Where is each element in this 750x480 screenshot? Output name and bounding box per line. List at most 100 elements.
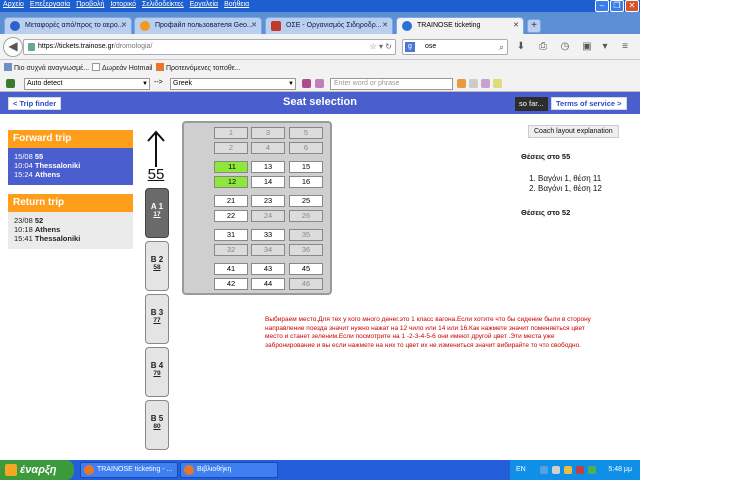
menu-help[interactable]: Βοήθεια <box>221 0 252 9</box>
seat-button[interactable]: 45 <box>289 263 323 275</box>
history-icon[interactable]: ◷ <box>558 40 572 54</box>
settings-icon[interactable] <box>469 79 478 88</box>
seat-button[interactable]: 33 <box>251 229 285 241</box>
target-language-select[interactable]: Greek ▼ <box>170 78 296 90</box>
menu-tools[interactable]: Εργαλεία <box>187 0 221 9</box>
close-tab-icon[interactable]: ✕ <box>513 18 519 33</box>
menu-view[interactable]: Προβολή <box>73 0 107 9</box>
seat-button[interactable]: 35 <box>289 229 323 241</box>
speaker-icon[interactable] <box>457 79 466 88</box>
new-tab-button[interactable]: + <box>527 19 541 33</box>
info-icon[interactable] <box>493 79 502 88</box>
seat-button[interactable]: 16 <box>289 176 323 188</box>
dictionary-icon[interactable] <box>315 79 324 88</box>
minimize-button[interactable]: – <box>595 0 609 12</box>
tab-user-profile[interactable]: Профайл пользователя Geo... ✕ <box>134 17 262 34</box>
dropdown-icon[interactable]: ▾ <box>598 40 612 54</box>
bookmark-icon <box>4 63 12 71</box>
bookmarks-bar: Πιο συχνά αναγνωσμέ... Δωρεάν Hotmail Πρ… <box>0 60 640 75</box>
language-indicator[interactable]: EN <box>516 460 526 480</box>
seat-button[interactable]: 34 <box>251 244 285 256</box>
so-far-button[interactable]: so far... <box>515 97 548 111</box>
seat-button[interactable]: 36 <box>289 244 323 256</box>
seat-button[interactable]: 13 <box>251 161 285 173</box>
update-icon[interactable] <box>588 466 596 474</box>
menu-file[interactable]: Αρχείο <box>0 0 27 9</box>
word-input[interactable]: Enter word or phrase <box>330 78 453 90</box>
seat-button[interactable]: 21 <box>214 195 248 207</box>
close-tab-icon[interactable]: ✕ <box>251 18 257 33</box>
seat-button[interactable]: 32 <box>214 244 248 256</box>
translate-icon[interactable] <box>302 79 311 88</box>
tab-ose[interactable]: ΟΣΕ - Οργανισμός Σιδηροδρ... ✕ <box>265 17 393 34</box>
seat-button[interactable]: 4 <box>251 142 285 154</box>
taskbar-firefox-library[interactable]: Βιβλιοθήκη <box>180 462 278 478</box>
coach-a1[interactable]: A 1 17 <box>145 188 169 238</box>
seat-button[interactable]: 11 <box>214 161 248 173</box>
seat-button[interactable]: 23 <box>251 195 285 207</box>
close-window-button[interactable]: ✕ <box>625 0 639 12</box>
coach-layout-explanation-button[interactable]: Coach layout explanation <box>528 125 619 138</box>
seat-button[interactable]: 14 <box>251 176 285 188</box>
menu-edit[interactable]: Επεξεργασία <box>27 0 73 9</box>
target-language-value: Greek <box>173 80 193 87</box>
network-icon[interactable] <box>540 466 548 474</box>
trip-train: 52 <box>34 216 44 225</box>
back-button[interactable]: ◀ <box>3 37 23 57</box>
antivirus-icon[interactable] <box>576 466 584 474</box>
bookmark-hotmail[interactable]: Δωρεάν Hotmail <box>92 63 152 72</box>
taskbar-firefox-trainose[interactable]: TRAINOSE ticketing - ... <box>80 462 178 478</box>
tab-trainose-ticketing[interactable]: TRAINOSE ticketing ✕ <box>396 17 524 34</box>
close-tab-icon[interactable]: ✕ <box>382 18 388 33</box>
addon-icon[interactable]: ▣ <box>580 40 594 54</box>
coach-b4[interactable]: B 4 79 <box>145 347 169 397</box>
arrival-time: 15:41 <box>14 234 33 243</box>
seat-button[interactable]: 46 <box>289 278 323 290</box>
seat-button[interactable]: 41 <box>214 263 248 275</box>
search-engine-icon[interactable]: g <box>405 42 415 52</box>
coach-b2[interactable]: B 2 58 <box>145 241 169 291</box>
volume-icon[interactable] <box>552 466 560 474</box>
address-bar[interactable]: https://tickets.trainose.gr/dromologia/ … <box>23 39 396 55</box>
seat-button[interactable]: 3 <box>251 127 285 139</box>
seat-button[interactable]: 22 <box>214 210 248 222</box>
system-tray: EN 5:48 μμ <box>510 460 640 480</box>
coach-label: B 4 <box>150 361 164 370</box>
seat-button[interactable]: 31 <box>214 229 248 241</box>
bookmark-most-visited[interactable]: Πιο συχνά αναγνωσμέ... <box>4 63 89 72</box>
coach-b3[interactable]: B 3 77 <box>145 294 169 344</box>
close-tab-icon[interactable]: ✕ <box>121 18 127 33</box>
seat-button[interactable]: 15 <box>289 161 323 173</box>
menu-icon[interactable]: ≡ <box>618 40 632 54</box>
page-content: < Trip finder Seat selection so far... T… <box>0 92 640 460</box>
seat-map: 1 3 5 2 4 6 11 13 15 12 14 16 21 23 25 22 24 26 31 33 35 32 34… <box>182 121 332 295</box>
seat-button[interactable]: 1 <box>214 127 248 139</box>
tab-airport-transfers[interactable]: Μεταφορές από/προς το αερο... ✕ <box>4 17 132 34</box>
seat-button[interactable]: 26 <box>289 210 323 222</box>
seat-button[interactable]: 12 <box>214 176 248 188</box>
seat-button[interactable]: 5 <box>289 127 323 139</box>
search-icon[interactable]: ⌕ <box>499 40 504 54</box>
search-box[interactable]: g ose ⌕ <box>402 39 508 55</box>
start-button[interactable]: έναρξη <box>0 460 74 480</box>
reload-icon[interactable]: ☆ ▾ ↻ <box>370 40 392 54</box>
menu-bookmarks[interactable]: Σελιδοδείκτες <box>139 0 187 9</box>
source-language-select[interactable]: Auto detect ▼ <box>24 78 150 90</box>
seat-button[interactable]: 24 <box>251 210 285 222</box>
coach-b5[interactable]: B 5 80 <box>145 400 169 450</box>
print-icon[interactable]: ⎙ <box>536 40 550 54</box>
bookmark-suggested[interactable]: Προτεινόμενες τοποθε... <box>156 63 241 72</box>
seat-button[interactable]: 6 <box>289 142 323 154</box>
seat-button[interactable]: 2 <box>214 142 248 154</box>
history-icon[interactable] <box>481 79 490 88</box>
menu-history[interactable]: Ιστορικό <box>107 0 139 9</box>
windows-logo-icon <box>5 464 17 476</box>
terms-of-service-button[interactable]: Terms of service > <box>551 97 627 110</box>
downloads-icon[interactable]: ⬇ <box>514 40 528 54</box>
seat-button[interactable]: 25 <box>289 195 323 207</box>
seat-button[interactable]: 43 <box>251 263 285 275</box>
seat-button[interactable]: 44 <box>251 278 285 290</box>
seat-button[interactable]: 42 <box>214 278 248 290</box>
restore-button[interactable]: ❐ <box>610 0 624 12</box>
security-icon[interactable] <box>564 466 572 474</box>
